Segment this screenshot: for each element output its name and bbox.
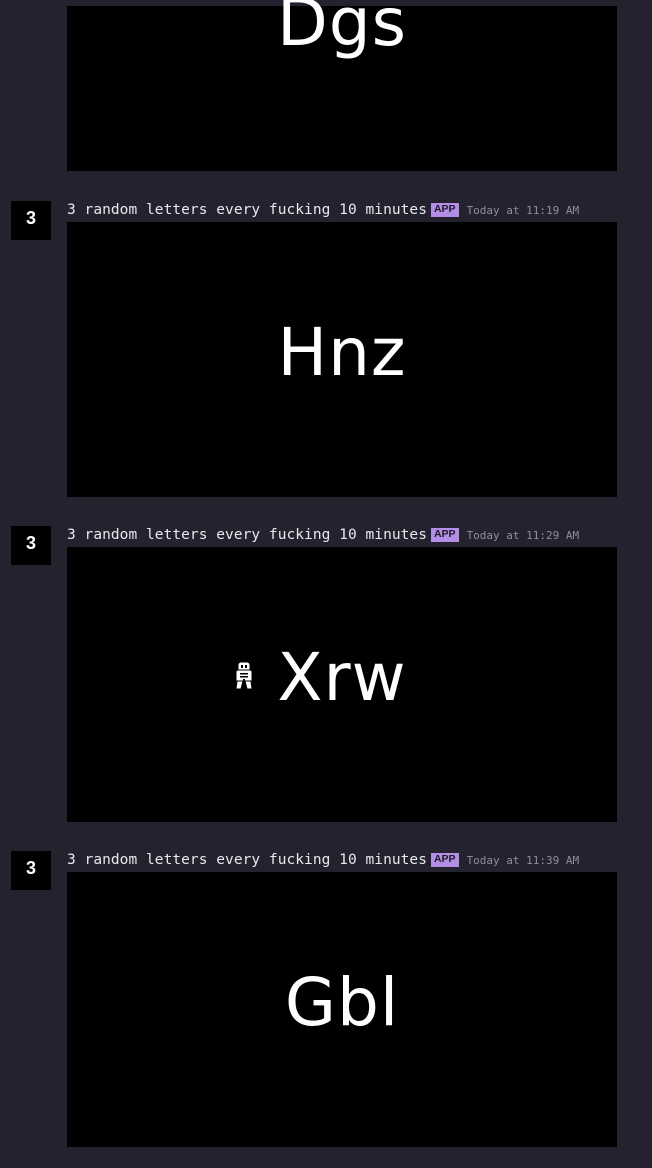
message-image-attachment[interactable]: Hnz xyxy=(67,222,617,497)
message-image-attachment[interactable]: Xrw xyxy=(67,547,617,822)
message-image-attachment[interactable]: Dgs xyxy=(67,0,617,171)
app-badge: APP xyxy=(430,853,459,867)
avatar[interactable]: 3 xyxy=(11,851,51,890)
author-name[interactable]: 3 random letters every fucking 10 minute… xyxy=(67,852,427,868)
avatar[interactable]: 3 xyxy=(11,526,51,565)
message-timestamp: Today at 11:19 AM xyxy=(466,203,580,217)
app-badge: APP xyxy=(430,203,459,217)
message-feed: Dgs 3 3 random letters every fucking 10 … xyxy=(0,0,652,1168)
image-letters: Gbl xyxy=(284,964,400,1041)
message-header: 3 random letters every fucking 10 minute… xyxy=(67,526,579,544)
image-letters: Xrw xyxy=(277,639,407,716)
message-image-attachment[interactable]: Gbl xyxy=(67,872,617,1147)
image-letters: Dgs xyxy=(276,0,408,61)
author-name[interactable]: 3 random letters every fucking 10 minute… xyxy=(67,202,427,218)
message-header: 3 random letters every fucking 10 minute… xyxy=(67,851,579,869)
app-badge: APP xyxy=(430,528,459,542)
message-timestamp: Today at 11:39 AM xyxy=(466,853,580,867)
message-header: 3 random letters every fucking 10 minute… xyxy=(67,201,579,219)
author-name[interactable]: 3 random letters every fucking 10 minute… xyxy=(67,527,427,543)
avatar[interactable]: 3 xyxy=(11,201,51,240)
image-letters: Hnz xyxy=(277,314,407,391)
custom-mouse-cursor-icon xyxy=(235,661,253,690)
message-timestamp: Today at 11:29 AM xyxy=(466,528,580,542)
